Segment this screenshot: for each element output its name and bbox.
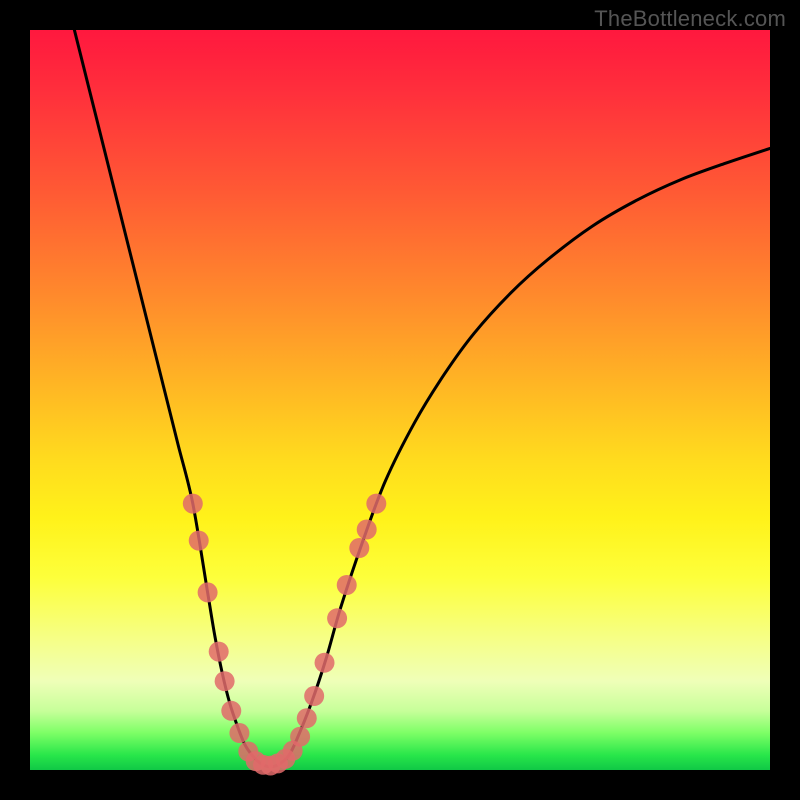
data-marker xyxy=(209,642,229,662)
data-marker xyxy=(327,608,347,628)
chart-stage: TheBottleneck.com xyxy=(0,0,800,800)
data-marker xyxy=(366,494,386,514)
watermark-text: TheBottleneck.com xyxy=(594,6,786,32)
data-marker xyxy=(229,723,249,743)
data-marker xyxy=(337,575,357,595)
data-marker xyxy=(215,671,235,691)
data-marker xyxy=(357,520,377,540)
bottleneck-curve xyxy=(74,30,770,767)
chart-svg xyxy=(30,30,770,770)
data-marker xyxy=(198,582,218,602)
plot-area xyxy=(30,30,770,770)
data-marker xyxy=(221,701,241,721)
data-marker xyxy=(183,494,203,514)
data-marker xyxy=(290,727,310,747)
data-marker xyxy=(315,653,335,673)
data-marker xyxy=(189,531,209,551)
data-marker xyxy=(349,538,369,558)
data-marker xyxy=(304,686,324,706)
data-marker xyxy=(297,708,317,728)
